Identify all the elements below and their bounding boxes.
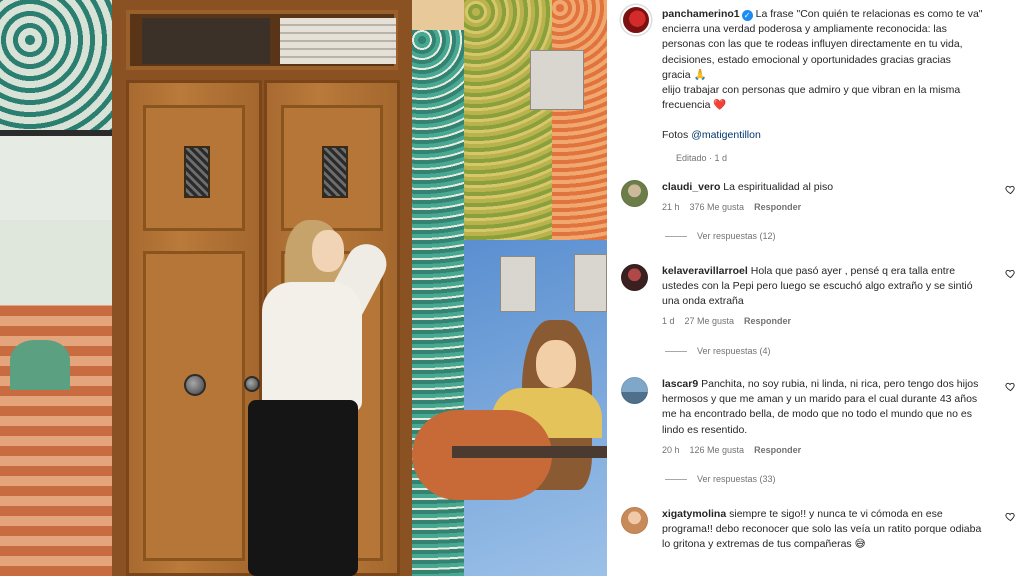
comment-item: kelaveravillarroel Hola que pasó ayer , … — [621, 264, 1016, 364]
comment-likes[interactable]: 126 Me gusta — [690, 445, 745, 455]
door-knob — [184, 374, 206, 396]
comment-item: claudi_vero La espiritualidad al piso 21… — [621, 180, 1016, 250]
heart-outline-icon[interactable] — [1005, 268, 1016, 279]
heart-outline-icon[interactable] — [1005, 511, 1016, 522]
post-photo[interactable] — [0, 0, 607, 576]
comment-text: Panchita, no soy rubia, ni linda, ni ric… — [662, 378, 979, 436]
reply-button[interactable]: Responder — [744, 316, 791, 326]
commenter-avatar[interactable] — [621, 264, 648, 291]
commenter-username[interactable]: xigatymolina — [662, 508, 726, 520]
commenter-username[interactable]: kelaveravillarroel — [662, 265, 748, 277]
commenter-username[interactable]: lascar9 — [662, 378, 698, 390]
door-knob — [244, 376, 260, 392]
caption-text: La frase "Con quién te relacionas es com… — [755, 8, 983, 20]
view-replies-button[interactable]: Ver respuestas (12) — [665, 231, 776, 241]
view-replies-button[interactable]: Ver respuestas (33) — [665, 474, 776, 484]
caption-text: personas con las que te rodeas influyen … — [662, 38, 963, 51]
commenter-username[interactable]: claudi_vero — [662, 181, 720, 193]
instagram-post-view: panchamerino1 ✓ La frase "Con quién te rel… — [0, 0, 1024, 576]
tiled-wall — [0, 0, 118, 576]
comment-meta: 1 d 27 Me gusta Responder — [662, 316, 791, 326]
commenter-avatar[interactable] — [621, 507, 648, 534]
reply-button[interactable]: Responder — [754, 445, 801, 455]
view-replies-label: Ver respuestas (4) — [697, 346, 771, 356]
comment-likes[interactable]: 376 Me gusta — [690, 202, 745, 212]
mural-wall — [412, 0, 607, 576]
caption-text: frecuencia ❤️ — [662, 99, 727, 112]
reply-button[interactable]: Responder — [754, 202, 801, 212]
caption-text: encierra una verdad poderosa y ampliamen… — [662, 23, 947, 36]
comment-item: lascar9 Panchita, no soy rubia, ni linda… — [621, 377, 1016, 492]
heart-outline-icon[interactable] — [1005, 381, 1016, 392]
commenter-avatar[interactable] — [621, 180, 648, 207]
author-avatar[interactable] — [621, 5, 651, 35]
verified-badge-icon: ✓ — [741, 10, 753, 21]
left-door — [126, 80, 262, 576]
commenter-avatar[interactable] — [621, 377, 648, 404]
comment-time: 21 h — [662, 202, 680, 212]
caption-text: elijo trabajar con personas que admiro y… — [662, 84, 961, 97]
caption-body: panchamerino1 ✓ La frase "Con quién te rel… — [662, 7, 1000, 144]
view-replies-button[interactable]: Ver respuestas (4) — [665, 346, 771, 356]
photo-credit-label: Fotos — [662, 129, 689, 142]
photo-credit-mention[interactable]: @matigentillon — [691, 129, 761, 141]
comment-item: xigatymolina siempre te sigo!! y nunca t… — [621, 507, 1016, 576]
edited-timestamp: Editado · 1 d — [676, 153, 728, 163]
door-transom — [126, 10, 398, 70]
heart-outline-icon[interactable] — [1005, 184, 1016, 195]
view-replies-label: Ver respuestas (12) — [697, 231, 776, 241]
comment-text: La espiritualidad al piso — [723, 181, 834, 193]
comment-time: 1 d — [662, 316, 675, 326]
author-username[interactable]: panchamerino1 — [662, 8, 740, 20]
view-replies-label: Ver respuestas (33) — [697, 474, 776, 484]
caption-text: decisiones, estado emocional y oportunid… — [662, 53, 951, 66]
comment-time: 20 h — [662, 445, 680, 455]
comment-meta: 21 h 376 Me gusta Responder — [662, 202, 801, 212]
comment-likes[interactable]: 27 Me gusta — [685, 316, 735, 326]
post-sidebar: panchamerino1 ✓ La frase "Con quién te rel… — [607, 0, 1024, 576]
comment-meta: 20 h 126 Me gusta Responder — [662, 445, 801, 455]
caption-text: gracia 🙏 — [662, 68, 707, 81]
